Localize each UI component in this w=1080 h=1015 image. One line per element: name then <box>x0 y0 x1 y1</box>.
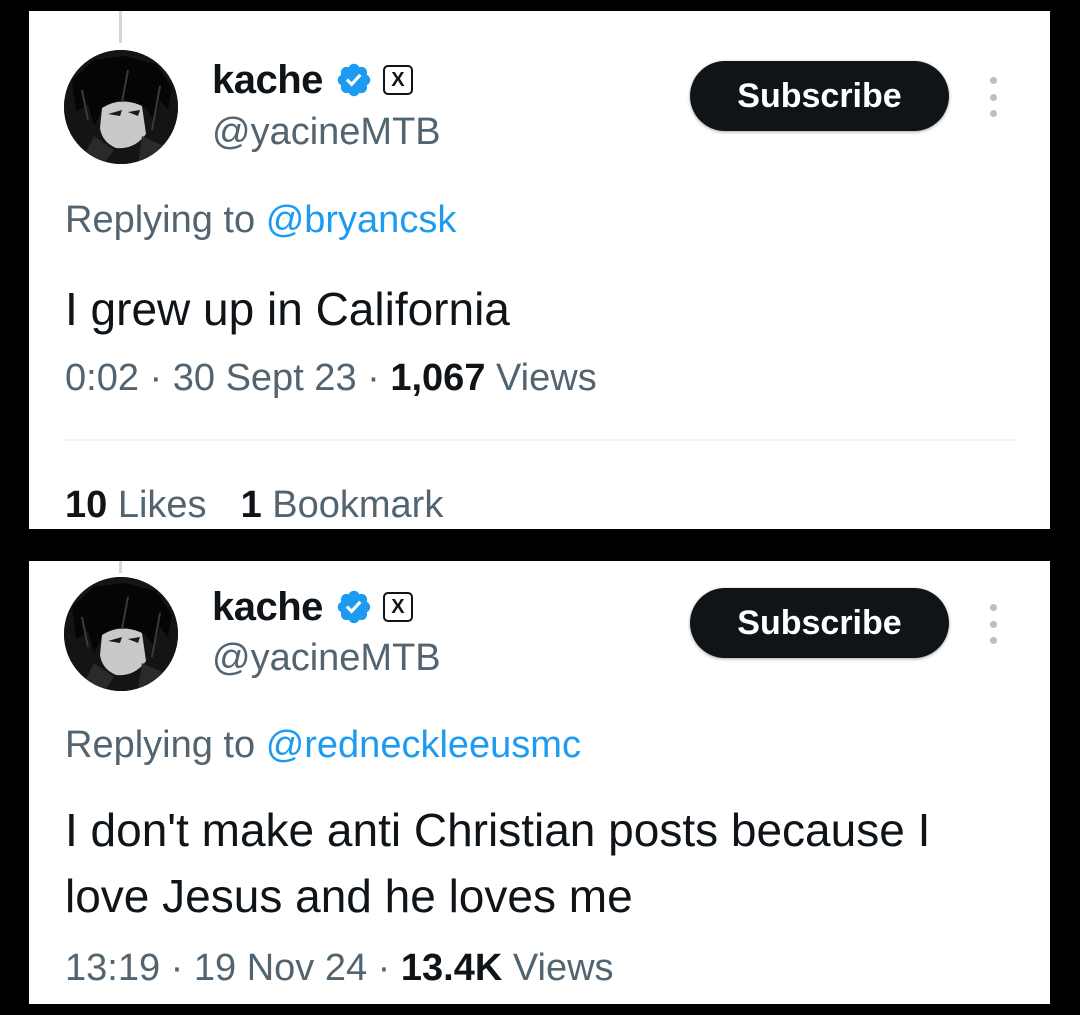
likes-label: Likes <box>117 484 207 526</box>
more-vertical-icon[interactable] <box>985 77 1001 117</box>
engagement-stats: 10 Likes 1 Bookmark <box>65 484 443 527</box>
meta-separator: · <box>377 947 391 989</box>
bookmarks-stat[interactable]: 1 Bookmark <box>241 484 444 526</box>
tweet-meta: 13:19 · 19 Nov 24 · 13.4K Views <box>65 947 614 990</box>
verified-check-icon[interactable] <box>335 588 373 626</box>
author-handle[interactable]: @yacineMTB <box>212 637 441 680</box>
bookmarks-count: 1 <box>240 484 262 526</box>
views-label: Views <box>496 357 597 399</box>
subscribe-button[interactable]: Subscribe <box>690 588 949 658</box>
replying-to-line: Replying to @bryancsk <box>65 199 456 242</box>
replying-to-prefix: Replying to <box>65 199 256 241</box>
author-name-row: kache X <box>212 55 413 105</box>
subscribe-button[interactable]: Subscribe <box>690 61 949 131</box>
x-logo-icon: X <box>382 592 413 622</box>
author-handle[interactable]: @yacineMTB <box>212 111 441 154</box>
tweet-time[interactable]: 0:02 <box>65 357 139 399</box>
avatar[interactable] <box>64 50 178 164</box>
tweet-time[interactable]: 13:19 <box>65 947 160 989</box>
avatar-image <box>64 50 178 164</box>
thread-connector-line <box>119 11 122 43</box>
more-vertical-icon[interactable] <box>985 604 1001 644</box>
replying-to-prefix: Replying to <box>65 724 256 766</box>
views-count: 13.4K <box>400 947 503 989</box>
avatar[interactable] <box>64 577 178 691</box>
author-display-name[interactable]: kache <box>212 585 323 630</box>
meta-separator: · <box>367 357 380 399</box>
replying-to-mention[interactable]: @redneckleeusmc <box>266 724 581 766</box>
likes-stat[interactable]: 10 Likes <box>65 484 207 526</box>
views-label: Views <box>512 947 614 989</box>
replying-to-mention[interactable]: @bryancsk <box>266 199 457 241</box>
tweet-meta: 0:02 · 30 Sept 23 · 1,067 Views <box>65 357 597 400</box>
thread-connector-line <box>119 561 122 573</box>
author-display-name[interactable]: kache <box>212 58 323 103</box>
divider <box>65 439 1015 441</box>
tweet-date[interactable]: 30 Sept 23 <box>173 357 357 399</box>
bookmarks-label: Bookmark <box>272 484 444 526</box>
tweet-date[interactable]: 19 Nov 24 <box>194 947 367 989</box>
verified-check-icon[interactable] <box>335 61 373 99</box>
x-logo-icon: X <box>382 65 413 95</box>
tweet-card-2: kache X @yacineMTB Subscribe Replying to… <box>29 561 1050 1004</box>
likes-count: 10 <box>65 484 108 526</box>
replying-to-line: Replying to @redneckleeusmc <box>65 724 581 767</box>
meta-separator: · <box>149 357 163 399</box>
tweet-text: I don't make anti Christian posts becaus… <box>65 804 931 922</box>
author-name-row: kache X <box>212 582 413 632</box>
tweet-text: I grew up in California <box>65 283 510 335</box>
tweet-card-1: kache X @yacineMTB Subscribe Replying to… <box>29 11 1050 529</box>
views-count: 1,067 <box>390 357 486 399</box>
meta-separator: · <box>170 947 184 989</box>
avatar-image <box>64 577 178 691</box>
